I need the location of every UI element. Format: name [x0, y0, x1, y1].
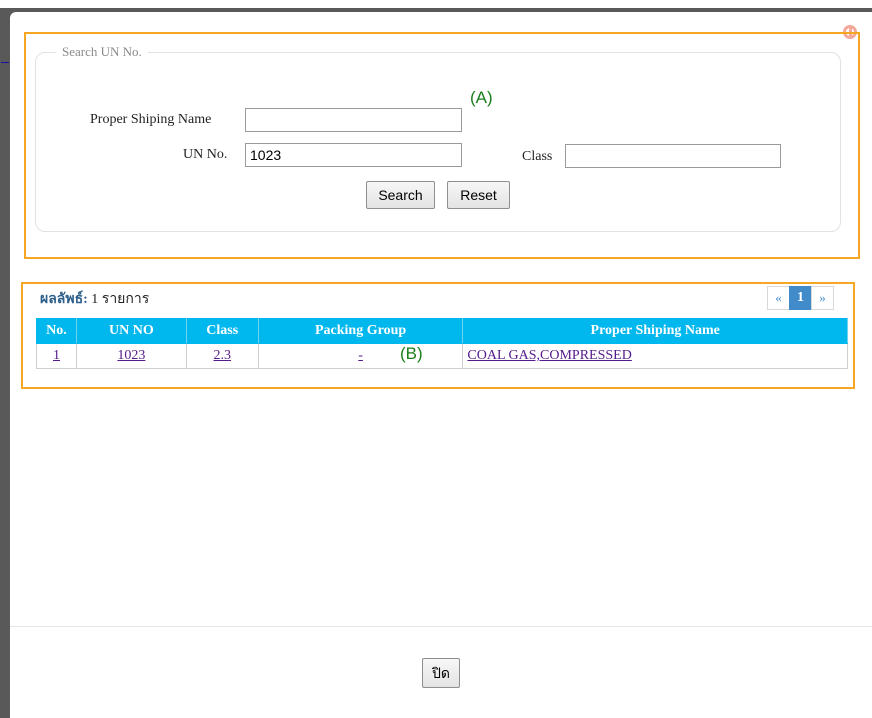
- annotation-label-a: (A): [470, 88, 493, 107]
- background-link-fragment: [1, 50, 9, 63]
- close-button[interactable]: ปิด: [422, 658, 460, 688]
- annotation-label-b: (B): [400, 344, 423, 363]
- modal-footer-divider: [10, 626, 872, 627]
- annotation-box-b: [21, 282, 855, 389]
- background-page-strip: [0, 0, 872, 8]
- annotation-box-a: [24, 32, 860, 259]
